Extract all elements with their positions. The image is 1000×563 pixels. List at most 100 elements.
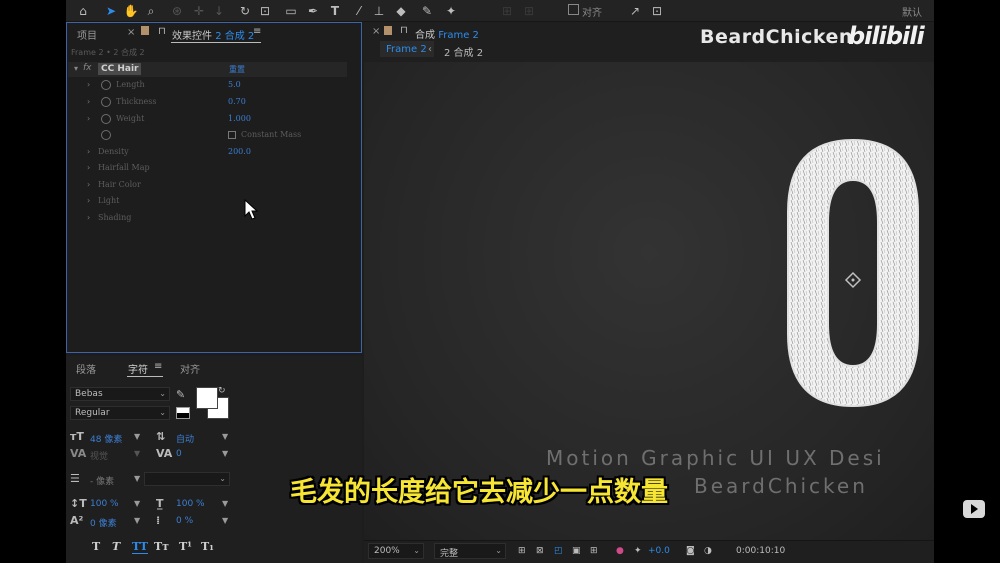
composition-viewer[interactable]: Motion Graphic UI UX Desi BeardChicken [364,62,934,540]
fast-previews-icon[interactable]: ⊞ [518,546,526,556]
snap-icon[interactable]: ⊞ [498,2,516,20]
snap-option-icon[interactable]: ⊞ [520,2,538,20]
stopwatch-icon[interactable] [101,114,111,124]
chevron-down-icon[interactable]: ▼ [222,499,228,508]
chevron-down-icon[interactable]: ▼ [134,499,140,508]
zoom-tool-icon[interactable]: ⌕ [142,2,160,20]
rectangle-tool-icon[interactable]: ▭ [282,2,300,20]
leading-value[interactable]: 自动 [176,432,194,445]
expand-arrow-icon[interactable]: › [87,180,90,189]
fill-color-swatch[interactable] [196,387,218,409]
small-caps-button[interactable]: Tт [154,540,169,553]
lock-icon[interactable]: ⊓ [400,25,408,36]
roto-brush-icon[interactable]: ✎ [418,2,436,20]
tsume-value[interactable]: 0 % [176,516,193,526]
current-time[interactable]: 0:00:10:10 [736,546,785,556]
chevron-down-icon[interactable]: ▼ [222,449,228,458]
expand-arrow-icon[interactable]: › [87,213,90,222]
faux-bold-button[interactable]: T [92,540,100,553]
exposure-value[interactable]: +0.0 [648,546,670,556]
pen-tool-icon[interactable]: ✒ [304,2,322,20]
tab-paragraph[interactable]: 段落 [76,361,96,376]
pan-tool-icon[interactable]: ✛ [190,2,208,20]
zoom-select[interactable]: 200% ⌄ [368,543,424,559]
stopwatch-icon[interactable] [101,80,111,90]
expand-arrow-icon[interactable]: › [87,97,90,106]
exposure-icon[interactable]: ✦ [634,546,642,556]
home-icon[interactable]: ⌂ [74,2,92,20]
font-family-select[interactable]: Bebas ⌄ [70,387,170,401]
breadcrumb-parent[interactable]: 2 合成 2 [444,44,483,59]
property-hair-color[interactable]: › Hair Color [67,178,347,194]
tracking-value[interactable]: 0 [176,449,182,459]
horizontal-scale-value[interactable]: 100 % [176,499,205,509]
stopwatch-icon[interactable] [101,97,111,107]
property-thickness[interactable]: › Thickness 0.70 [67,95,347,111]
property-value[interactable]: 200.0 [228,147,251,156]
property-light[interactable]: › Light [67,194,347,210]
orbit-tool-icon[interactable]: ⊛ [168,2,186,20]
expand-arrow-icon[interactable]: › [87,147,90,156]
chevron-down-icon[interactable]: ▼ [134,449,140,458]
expand-arrow-icon[interactable]: ▾ [74,64,78,73]
tab-character[interactable]: 字符 [128,361,148,376]
property-value[interactable]: 5.0 [228,80,241,89]
chevron-down-icon[interactable]: ▼ [222,432,228,441]
faux-italic-button[interactable]: T [112,540,120,553]
kerning-value[interactable]: 视觉 [90,449,108,462]
panel-menu-icon[interactable]: ≡ [253,26,261,37]
snapshot-icon[interactable]: ◙ [686,546,695,556]
rotate-tool-icon[interactable]: ↻ [236,2,254,20]
clone-stamp-icon[interactable]: ⊥ [370,2,388,20]
tab-composition[interactable]: 合成 Frame 2 [415,26,479,41]
expand-icon[interactable]: ↗ [626,2,644,20]
color-channels-icon[interactable]: ● [616,546,624,556]
property-hairfall-map[interactable]: › Hairfall Map [67,161,347,177]
chevron-down-icon[interactable]: ▼ [134,516,140,525]
stroke-style-select[interactable]: ⌄ [144,472,230,486]
baseline-shift-value[interactable]: 0 像素 [90,516,117,529]
show-snapshot-icon[interactable]: ◑ [704,546,712,556]
breadcrumb-current[interactable]: Frame 2 [386,44,427,55]
expand-arrow-icon[interactable]: › [87,114,90,123]
eyedropper-icon[interactable]: ✎ [176,388,185,401]
subscript-button[interactable]: T₁ [201,540,214,553]
resolution-select[interactable]: 完整 ⌄ [434,543,506,559]
align-checkbox[interactable] [568,4,579,15]
frame-icon[interactable]: ⊡ [648,2,666,20]
default-colors-icon[interactable] [176,407,190,419]
tab-project[interactable]: 项目 [77,27,97,42]
eraser-tool-icon[interactable]: ◆ [392,2,410,20]
property-length[interactable]: › Length 5.0 [67,78,347,94]
expand-arrow-icon[interactable]: › [87,196,90,205]
mask-visibility-icon[interactable]: ◰ [554,546,563,556]
type-tool-icon[interactable]: T [326,2,344,20]
property-weight[interactable]: › Weight 1.000 [67,112,347,128]
puppet-pin-icon[interactable]: ✦ [442,2,460,20]
expand-arrow-icon[interactable]: › [87,163,90,172]
region-of-interest-icon[interactable]: ▣ [572,546,581,556]
stroke-width-value[interactable]: - 像素 [90,474,114,487]
lock-icon[interactable]: ⊓ [158,26,166,37]
property-value[interactable]: 1.000 [228,114,251,123]
fx-icon[interactable]: fx [83,63,92,73]
font-style-select[interactable]: Regular ⌄ [70,406,170,420]
video-tv-icon[interactable] [963,500,985,518]
hand-tool-icon[interactable]: ✋ [122,2,140,20]
brush-tool-icon[interactable]: ⁄ [350,2,368,20]
superscript-button[interactable]: T¹ [179,540,192,553]
chevron-down-icon[interactable]: ▼ [134,432,140,441]
all-caps-button[interactable]: TT [132,540,148,554]
constant-mass-checkbox[interactable] [228,131,236,139]
stopwatch-icon[interactable] [101,130,111,140]
transparency-grid-icon[interactable]: ⊠ [536,546,544,556]
chevron-down-icon[interactable]: ▼ [222,516,228,525]
chevron-down-icon[interactable]: ▼ [134,474,140,483]
grid-guides-icon[interactable]: ⊞ [590,546,598,556]
close-tab-icon[interactable]: × [372,26,380,37]
property-constant-mass[interactable]: Constant Mass [67,128,347,144]
effect-row-cc-hair[interactable]: ▾ fx CC Hair 重置 [68,62,347,77]
anchor-tool-icon[interactable]: ⊡ [256,2,274,20]
property-value[interactable]: 0.70 [228,97,246,106]
reset-link[interactable]: 重置 [229,64,245,75]
